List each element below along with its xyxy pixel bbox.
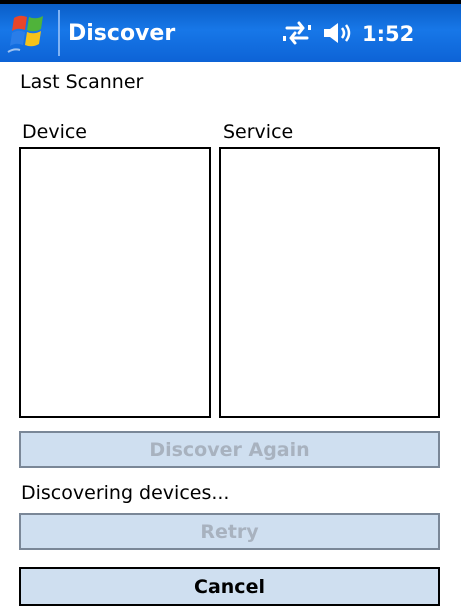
device-column-header: Device [22, 121, 87, 143]
title-bar: Discover 1:52 [0, 0, 461, 62]
last-scanner-label: Last Scanner [20, 71, 144, 93]
clock[interactable]: 1:52 [362, 12, 414, 56]
window-title: Discover [68, 21, 176, 46]
title-separator [58, 10, 60, 56]
discover-again-button[interactable]: Discover Again [19, 431, 440, 468]
service-column-header: Service [223, 121, 294, 143]
device-list[interactable] [19, 147, 211, 418]
retry-button[interactable]: Retry [19, 513, 440, 550]
windows-start-icon[interactable] [4, 8, 54, 58]
cancel-button[interactable]: Cancel [19, 567, 440, 606]
service-list[interactable] [219, 147, 440, 418]
volume-icon[interactable] [322, 20, 354, 46]
status-text: Discovering devices... [21, 482, 230, 504]
connectivity-icon[interactable] [283, 20, 311, 46]
